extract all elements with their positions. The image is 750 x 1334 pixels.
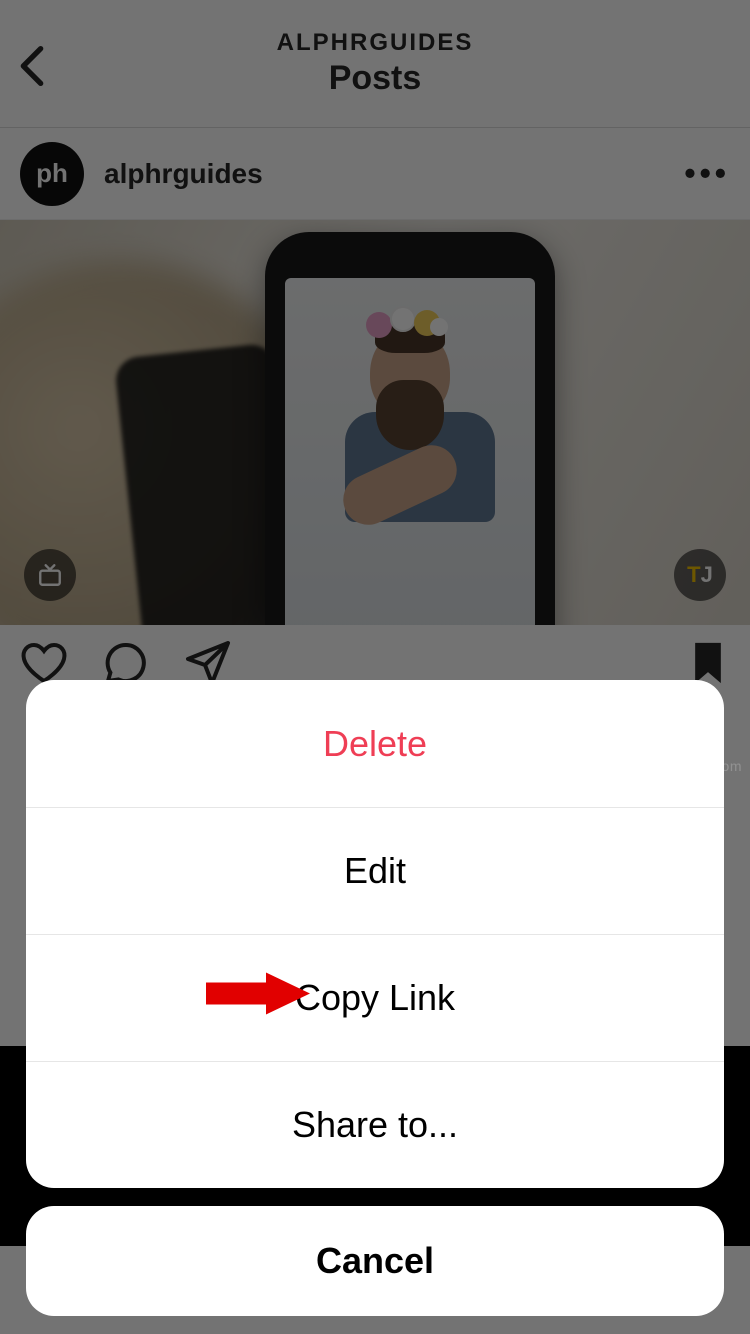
sheet-share-to[interactable]: Share to...	[26, 1061, 724, 1188]
sheet-cancel[interactable]: Cancel	[26, 1206, 724, 1316]
annotation-arrow	[202, 969, 312, 1028]
sheet-delete[interactable]: Delete	[26, 680, 724, 807]
sheet-edit[interactable]: Edit	[26, 807, 724, 934]
sheet-copy-link[interactable]: Copy Link	[26, 934, 724, 1061]
action-sheet: Delete Edit Copy Link Share to... Cancel	[26, 680, 724, 1316]
